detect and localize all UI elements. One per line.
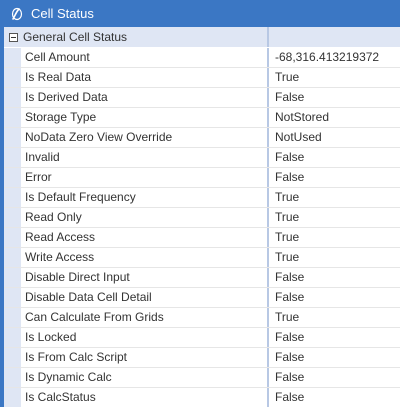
column-separator: [267, 27, 269, 47]
property-name: Disable Data Cell Detail: [21, 288, 269, 307]
property-value[interactable]: False: [269, 268, 304, 287]
property-value[interactable]: True: [269, 248, 299, 267]
property-name: Is Derived Data: [21, 88, 269, 107]
table-row[interactable]: Is Dynamic Calc False: [4, 368, 400, 388]
property-value[interactable]: False: [269, 328, 304, 347]
row-gutter: [4, 108, 21, 127]
table-row[interactable]: Disable Direct Input False: [4, 268, 400, 288]
property-name: Is CalcStatus: [21, 388, 269, 407]
row-gutter: [4, 88, 21, 107]
row-gutter: [4, 68, 21, 87]
property-name: NoData Zero View Override: [21, 128, 269, 147]
property-name: Disable Direct Input: [21, 268, 269, 287]
app-logo-icon: [9, 7, 23, 21]
row-gutter: [4, 348, 21, 367]
group-header-general-cell-status[interactable]: General Cell Status: [4, 27, 400, 48]
property-name: Error: [21, 168, 269, 187]
table-row[interactable]: NoData Zero View Override NotUsed: [4, 128, 400, 148]
row-gutter: [4, 268, 21, 287]
table-row[interactable]: Disable Data Cell Detail False: [4, 288, 400, 308]
window-title: Cell Status: [31, 6, 94, 21]
property-value[interactable]: -68,316.413219372: [269, 48, 379, 67]
property-name: Write Access: [21, 248, 269, 267]
row-gutter: [4, 388, 21, 407]
row-gutter: [4, 368, 21, 387]
property-grid[interactable]: General Cell Status Cell Amount -68,316.4…: [0, 27, 400, 407]
property-value[interactable]: False: [269, 168, 304, 187]
property-name: Is Locked: [21, 328, 269, 347]
row-gutter: [4, 168, 21, 187]
row-gutter: [4, 208, 21, 227]
property-value[interactable]: False: [269, 348, 304, 367]
row-gutter: [4, 188, 21, 207]
table-row[interactable]: Is Locked False: [4, 328, 400, 348]
property-name: Read Access: [21, 228, 269, 247]
property-value[interactable]: True: [269, 228, 299, 247]
row-gutter: [4, 248, 21, 267]
table-row[interactable]: Read Only True: [4, 208, 400, 228]
table-row[interactable]: Read Access True: [4, 228, 400, 248]
property-name: Is Default Frequency: [21, 188, 269, 207]
table-row[interactable]: Cell Amount -68,316.413219372: [4, 48, 400, 68]
property-value[interactable]: True: [269, 308, 299, 327]
property-rows: Cell Amount -68,316.413219372 Is Real Data…: [4, 48, 400, 407]
row-gutter: [4, 148, 21, 167]
collapse-icon[interactable]: [9, 32, 18, 42]
property-value[interactable]: False: [269, 368, 304, 387]
row-gutter: [4, 328, 21, 347]
property-name: Cell Amount: [21, 48, 269, 67]
property-value[interactable]: True: [269, 68, 299, 87]
table-row[interactable]: Invalid False: [4, 148, 400, 168]
group-label: General Cell Status: [23, 30, 128, 44]
window-titlebar: Cell Status: [0, 0, 400, 27]
property-name: Is Real Data: [21, 68, 269, 87]
row-gutter: [4, 288, 21, 307]
row-gutter: [4, 228, 21, 247]
property-name: Is Dynamic Calc: [21, 368, 269, 387]
property-value[interactable]: False: [269, 148, 304, 167]
property-name: Read Only: [21, 208, 269, 227]
table-row[interactable]: Is From Calc Script False: [4, 348, 400, 368]
property-name: Storage Type: [21, 108, 269, 127]
property-value[interactable]: NotUsed: [269, 128, 322, 147]
table-row[interactable]: Error False: [4, 168, 400, 188]
property-name: Can Calculate From Grids: [21, 308, 269, 327]
table-row[interactable]: Is Real Data True: [4, 68, 400, 88]
property-name: Invalid: [21, 148, 269, 167]
property-value[interactable]: False: [269, 288, 304, 307]
table-row[interactable]: Storage Type NotStored: [4, 108, 400, 128]
table-row[interactable]: Is Default Frequency True: [4, 188, 400, 208]
table-row[interactable]: Is Derived Data False: [4, 88, 400, 108]
property-value[interactable]: True: [269, 208, 299, 227]
property-value[interactable]: False: [269, 88, 304, 107]
property-value[interactable]: False: [269, 388, 304, 407]
property-value[interactable]: NotStored: [269, 108, 329, 127]
property-value[interactable]: True: [269, 188, 299, 207]
row-gutter: [4, 128, 21, 147]
table-row[interactable]: Write Access True: [4, 248, 400, 268]
table-row[interactable]: Can Calculate From Grids True: [4, 308, 400, 328]
table-row[interactable]: Is CalcStatus False: [4, 388, 400, 407]
row-gutter: [4, 48, 21, 67]
property-name: Is From Calc Script: [21, 348, 269, 367]
row-gutter: [4, 308, 21, 327]
